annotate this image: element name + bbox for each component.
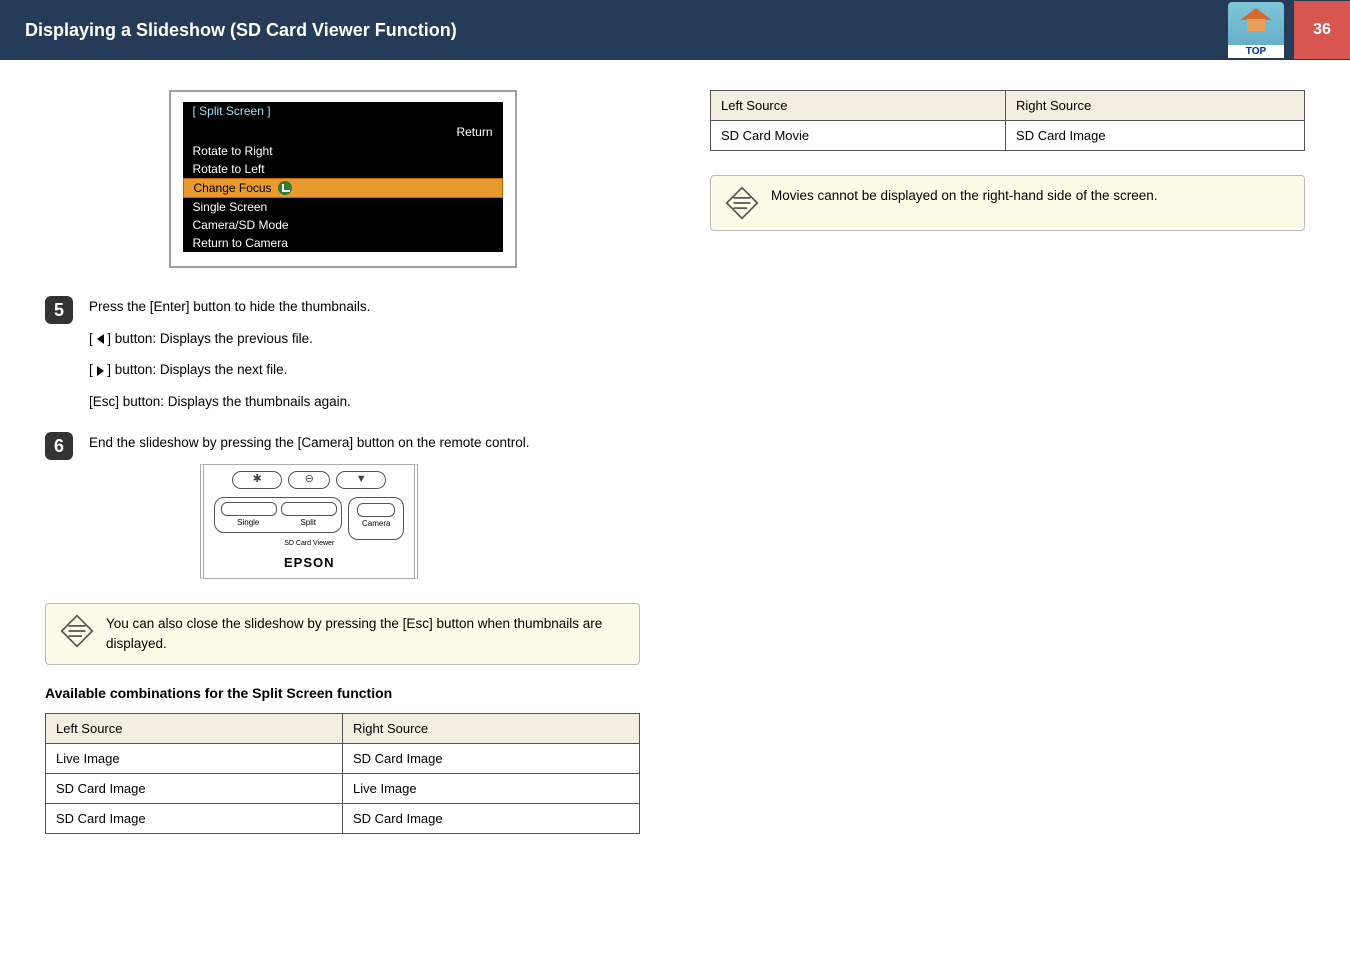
split-screen-menu-figure: [ Split Screen ] Return Rotate to Right … bbox=[169, 90, 517, 268]
step-5: 5 Press the [Enter] button to hide the t… bbox=[45, 296, 640, 422]
page-title: Displaying a Slideshow (SD Card Viewer F… bbox=[25, 20, 457, 41]
right-column: Left Source Right Source SD Card MovieSD… bbox=[710, 90, 1305, 834]
camera-key-group: Camera bbox=[348, 497, 404, 540]
step-5-bullet-prev: [ ] button: Displays the previous file. bbox=[89, 328, 370, 350]
step-6: 6 End the slideshow by pressing the [Cam… bbox=[45, 432, 640, 592]
camera-label: Camera bbox=[362, 519, 390, 528]
table-header: Right Source bbox=[343, 714, 640, 744]
top-home-button[interactable]: TOP bbox=[1228, 2, 1284, 58]
split-key bbox=[281, 502, 337, 516]
table-row: SD Card MovieSD Card Image bbox=[711, 121, 1305, 151]
note-text: You can also close the slideshow by pres… bbox=[106, 614, 625, 655]
camera-key bbox=[357, 503, 395, 517]
table-row: SD Card ImageLive Image bbox=[46, 774, 640, 804]
page-header: Displaying a Slideshow (SD Card Viewer F… bbox=[0, 0, 1350, 60]
table-header-row: Left Source Right Source bbox=[46, 714, 640, 744]
menu-item: Return to Camera bbox=[183, 234, 503, 252]
remote-key: ✱ bbox=[232, 471, 282, 489]
menu-item: Single Screen bbox=[183, 198, 503, 216]
left-column: [ Split Screen ] Return Rotate to Right … bbox=[45, 90, 640, 834]
home-icon-body bbox=[1247, 19, 1265, 31]
brand-label: EPSON bbox=[214, 553, 404, 574]
left-arrow-icon bbox=[97, 334, 104, 344]
table-header-row: Left Source Right Source bbox=[711, 91, 1305, 121]
menu-return: Return bbox=[183, 122, 503, 142]
table-row: Live ImageSD Card Image bbox=[46, 744, 640, 774]
menu-item: Rotate to Right bbox=[183, 142, 503, 160]
table-header: Right Source bbox=[1006, 91, 1305, 121]
step-5-bullet-next: [ ] button: Displays the next file. bbox=[89, 359, 370, 381]
enter-icon bbox=[278, 181, 292, 195]
step-number: 5 bbox=[45, 296, 73, 324]
table-header: Left Source bbox=[46, 714, 343, 744]
section-subheading: Available combinations for the Split Scr… bbox=[45, 685, 640, 701]
page-number: 36 bbox=[1294, 1, 1350, 59]
right-arrow-icon bbox=[97, 366, 104, 376]
note-text: Movies cannot be displayed on the right-… bbox=[771, 186, 1158, 206]
header-right: TOP 36 bbox=[1228, 1, 1350, 59]
step-number: 6 bbox=[45, 432, 73, 460]
note-box-right: Movies cannot be displayed on the right-… bbox=[710, 175, 1305, 231]
remote-key: ⊖ bbox=[288, 471, 330, 489]
menu-item-label: Change Focus bbox=[194, 181, 272, 195]
remote-key: ▼ bbox=[336, 471, 386, 489]
table-row: SD Card ImageSD Card Image bbox=[46, 804, 640, 834]
note-box-left: You can also close the slideshow by pres… bbox=[45, 603, 640, 666]
combinations-table-left: Left Source Right Source Live ImageSD Ca… bbox=[45, 713, 640, 834]
step-5-bullet-esc: [Esc] button: Displays the thumbnails ag… bbox=[89, 391, 370, 413]
menu-title: [ Split Screen ] bbox=[183, 102, 281, 120]
split-label: Split bbox=[300, 518, 316, 527]
menu-item: Rotate to Left bbox=[183, 160, 503, 178]
remote-control-figure: ✱ ⊖ ▼ Single Split bbox=[200, 464, 418, 579]
menu-item-highlighted: Change Focus bbox=[183, 178, 503, 198]
combinations-table-right: Left Source Right Source SD Card MovieSD… bbox=[710, 90, 1305, 151]
tip-icon bbox=[725, 186, 759, 220]
single-key bbox=[221, 502, 277, 516]
step-6-text: End the slideshow by pressing the [Camer… bbox=[89, 432, 530, 454]
tip-icon bbox=[60, 614, 94, 648]
table-header: Left Source bbox=[711, 91, 1006, 121]
single-label: Single bbox=[237, 518, 259, 527]
menu-item: Camera/SD Mode bbox=[183, 216, 503, 234]
step-5-text: Press the [Enter] button to hide the thu… bbox=[89, 296, 370, 318]
top-label: TOP bbox=[1228, 45, 1284, 58]
